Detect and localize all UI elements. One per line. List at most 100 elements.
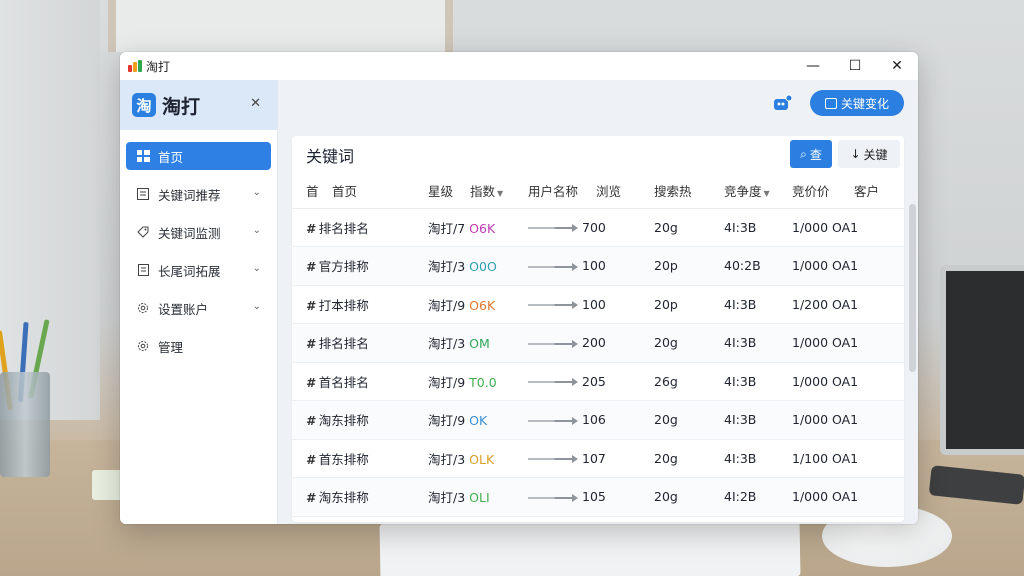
views-cell: 107 xyxy=(528,439,654,478)
hot-cell: 20g xyxy=(654,439,724,478)
maximize-button[interactable]: ☐ xyxy=(834,52,876,80)
column-header[interactable]: 星级 xyxy=(428,174,470,209)
competition-cell: 4I:3B xyxy=(724,208,792,247)
sidebar-item-manage[interactable]: 管理 xyxy=(126,332,271,360)
minimize-button[interactable]: — xyxy=(792,52,834,80)
column-header[interactable]: 指数 ▼ xyxy=(470,174,528,209)
sidebar-item-keyword-recommend[interactable]: 关键词推荐 ⌄ xyxy=(126,180,271,208)
price-cell: 1/000 OA1 xyxy=(792,208,904,247)
table-row[interactable]: # 淘东排称 淘打/9 OK 106 20g 4I:3B 1/000 OA1 xyxy=(292,400,904,440)
column-header[interactable]: 竞价价 xyxy=(792,174,854,209)
competition-cell: 40:2B xyxy=(724,246,792,286)
app-logo-icon xyxy=(128,60,142,72)
views-cell: 200 xyxy=(528,323,654,363)
shop-cell: 淘打/7 O6K xyxy=(428,208,528,247)
sidebar-item-keyword-monitor[interactable]: 关键词监测 ⌄ xyxy=(126,218,271,246)
keyword-icon: # xyxy=(306,336,315,352)
close-button[interactable]: ✕ xyxy=(876,52,918,80)
shop-cell: 淘打/9 OK xyxy=(428,400,528,440)
column-header[interactable]: 竞争度 ▼ xyxy=(724,174,792,209)
column-header[interactable]: 首页 xyxy=(332,174,428,209)
table-row[interactable]: # 首名排名 淘打/9 T0.0 205 26g 4I:3B 1/000 OA1 xyxy=(292,362,904,401)
sidebar-close-icon[interactable]: ✕ xyxy=(250,96,261,111)
title-bar[interactable]: 淘打 — ☐ ✕ xyxy=(120,52,918,80)
background-frame xyxy=(108,0,453,52)
keyword-cell[interactable]: # 首名排名 xyxy=(292,362,428,401)
hot-cell: 20p xyxy=(654,246,724,286)
column-header[interactable]: 用户名称 xyxy=(528,174,596,209)
index-value: OK xyxy=(469,413,488,429)
hot-cell: 20g xyxy=(654,323,724,363)
tag-icon xyxy=(136,225,150,239)
filter-button[interactable]: ↓ 关键 xyxy=(838,140,900,168)
background-monitor xyxy=(940,265,1024,455)
table-row[interactable]: # 首东排称 淘打/3 OLK 107 20g 4I:3B 1/100 OA1 xyxy=(292,439,904,478)
brand-header: 淘 淘打 ✕ xyxy=(120,80,277,130)
keyword-icon: # xyxy=(306,374,315,390)
sidebar-item-home[interactable]: 首页 xyxy=(126,142,271,170)
keyword-cell[interactable]: # 官方排称 xyxy=(292,246,428,286)
keyword-text: 淘东排称 xyxy=(318,413,369,429)
search-icon: ⌕ xyxy=(800,146,807,161)
table-row[interactable]: # 打本排称 淘打/9 O6K 100 20p 4I:3B 1/200 OA1 xyxy=(292,285,904,324)
keyword-table: 首 首页 星级 指数 ▼ 用户名称 浏览 搜索热 竞争度 ▼ 竞价价 客户 # … xyxy=(292,174,904,517)
shop-cell: 淘打/3 O0O xyxy=(428,246,528,286)
keyword-text: 打本排称 xyxy=(318,297,369,313)
shop-cell: 淘打/3 OM xyxy=(428,323,528,363)
shop-text: 淘打/3 xyxy=(428,490,466,506)
trend-arrow-icon xyxy=(528,416,578,425)
keyword-cell[interactable]: # 排名排名 xyxy=(292,323,428,363)
keyword-text: 官方排称 xyxy=(318,259,369,275)
sidebar-item-account[interactable]: 设置账户 ⌄ xyxy=(126,294,271,322)
competition-cell: 4I:3B xyxy=(724,362,792,401)
shop-text: 淘打/3 xyxy=(428,336,466,352)
shop-text: 淘打/3 xyxy=(428,451,466,467)
keyword-cell[interactable]: # 打本排称 xyxy=(292,285,428,324)
keyword-icon: # xyxy=(306,413,315,429)
table-scrollbar[interactable] xyxy=(909,204,916,372)
hot-cell: 20p xyxy=(654,285,724,324)
column-header[interactable]: 浏览 xyxy=(596,174,654,209)
search-button[interactable]: ⌕ 查 xyxy=(790,140,832,168)
home-icon xyxy=(136,149,150,163)
price-cell: 1/000 OA1 xyxy=(792,362,904,401)
window-title: 淘打 xyxy=(146,59,171,74)
table-row[interactable]: # 淘东排称 淘打/3 OLI 105 20g 4I:2B 1/000 OA1 xyxy=(292,477,904,517)
competition-cell: 4I:2B xyxy=(724,477,792,517)
table-row[interactable]: # 官方排称 淘打/3 O0O 100 20p 40:2B 1/000 OA1 xyxy=(292,246,904,286)
trend-arrow-icon xyxy=(528,493,578,502)
views-text: 107 xyxy=(582,450,606,466)
views-text: 105 xyxy=(582,489,606,505)
background-wall xyxy=(0,0,100,420)
chevron-down-icon: ⌄ xyxy=(252,187,261,198)
price-cell: 1/000 OA1 xyxy=(792,246,904,286)
column-header[interactable]: 搜索热 xyxy=(654,174,724,209)
panel-title: 关键词 xyxy=(306,147,355,166)
search-button-label: 查 xyxy=(809,147,822,162)
index-value: OLK xyxy=(469,451,495,467)
trend-arrow-icon xyxy=(528,262,578,271)
views-text: 100 xyxy=(582,296,606,312)
keyword-cell[interactable]: # 淘东排称 xyxy=(292,477,428,517)
shop-cell: 淘打/9 T0.0 xyxy=(428,362,528,401)
keyword-change-button[interactable]: 关键变化 xyxy=(810,90,904,116)
index-value: O0O xyxy=(469,259,497,275)
chevron-down-icon: ⌄ xyxy=(252,225,261,236)
keyword-icon: # xyxy=(306,490,315,506)
keyword-text: 排名排名 xyxy=(318,220,369,236)
main-content: 关键变化 关键词 ⌕ 查 ↓ 关键 首 首页 星级 指数 ▼ 用户名称 浏览 搜… xyxy=(278,80,918,524)
filter-button-label: 关键 xyxy=(863,147,888,162)
column-header[interactable]: 客户 xyxy=(854,174,904,209)
keyword-text: 淘东排称 xyxy=(318,490,369,506)
keyword-cell[interactable]: # 排名排名 xyxy=(292,208,428,247)
keyword-cell[interactable]: # 首东排称 xyxy=(292,439,428,478)
sidebar-item-longtail[interactable]: 长尾词拓展 ⌄ xyxy=(126,256,271,284)
column-header[interactable]: 首 xyxy=(292,174,332,209)
sidebar-item-label: 设置账户 xyxy=(158,301,209,317)
table-row[interactable]: # 排名排名 淘打/7 O6K 700 20g 4I:3B 1/000 OA1 xyxy=(292,208,904,247)
robot-icon[interactable] xyxy=(772,94,793,112)
chevron-down-icon: ⌄ xyxy=(252,263,261,274)
app-window: 淘打 — ☐ ✕ 淘 淘打 ✕ 首页 关键词推荐 ⌄ 关键词监测 ⌄ 长尾词拓展… xyxy=(120,52,918,524)
table-row[interactable]: # 排名排名 淘打/3 OM 200 20g 4I:3B 1/000 OA1 xyxy=(292,323,904,363)
keyword-cell[interactable]: # 淘东排称 xyxy=(292,400,428,440)
